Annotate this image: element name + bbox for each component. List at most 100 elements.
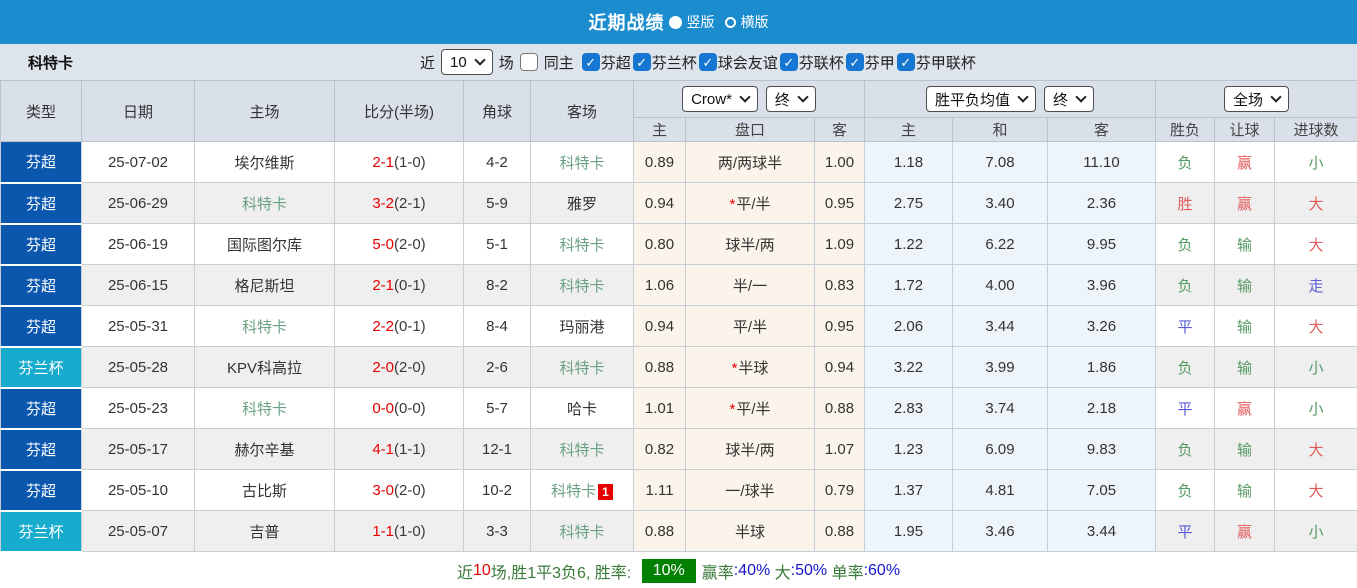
- table-row: 芬兰杯 25-05-28 KPV科高拉 2-0(2-0) 2-6 科特卡 0.88 *半球 0.…: [0, 346, 1357, 389]
- league-filter-item: ✓ 芬甲联杯: [896, 52, 976, 73]
- league-checkbox-checked[interactable]: ✓: [896, 53, 915, 71]
- league-type-cell: 芬超: [0, 182, 82, 225]
- half-time-score: (1-0): [394, 522, 426, 540]
- odds-stage-select[interactable]: 终: [765, 86, 816, 112]
- score-cell: 1-1(1-0): [334, 510, 464, 552]
- league-checkbox-checked[interactable]: ✓: [698, 53, 717, 71]
- avg-draw-cell: 3.44: [952, 305, 1048, 347]
- date-cell: 25-06-29: [81, 182, 195, 224]
- league-label: 芬超: [600, 54, 631, 72]
- corner-cell: 8-4: [463, 305, 531, 347]
- away-odds-cell: 0.83: [814, 264, 865, 306]
- result-cell: 负: [1155, 469, 1215, 511]
- sub-header-goals: 进球数: [1273, 117, 1357, 142]
- handicap-result-cell: 输: [1214, 264, 1275, 306]
- handicap-cell: *平/半: [685, 182, 815, 224]
- sub-header-avg-lose: 客: [1047, 117, 1156, 142]
- home-team-cell: 埃尔维斯: [194, 141, 335, 183]
- date-cell: 25-05-28: [81, 346, 195, 388]
- result-cell: 平: [1155, 305, 1215, 347]
- away-team-name: 科特卡: [559, 359, 605, 377]
- same-venue-checkbox[interactable]: [519, 53, 538, 71]
- layout-horizontal-option[interactable]: 横版: [724, 12, 769, 32]
- league-checkbox-checked[interactable]: ✓: [779, 53, 798, 71]
- result-cell: 平: [1155, 510, 1215, 552]
- goals-result-cell: 走: [1273, 264, 1357, 306]
- date-cell: 25-07-02: [81, 141, 195, 183]
- full-time-score: 3-0: [372, 481, 394, 499]
- result-cell: 负: [1155, 264, 1215, 306]
- score-cell: 2-1(0-1): [334, 264, 464, 306]
- away-team-name: 科特卡: [559, 523, 605, 541]
- avg-lose-cell: 3.44: [1047, 510, 1156, 552]
- handicap-text: 平/半: [736, 195, 771, 213]
- home-odds-cell: 0.94: [633, 305, 686, 347]
- league-type-cell: 芬超: [0, 469, 82, 512]
- corner-cell: 5-9: [463, 182, 531, 224]
- corner-cell: 5-7: [463, 387, 531, 429]
- corner-cell: 5-1: [463, 223, 531, 265]
- home-odds-cell: 1.01: [633, 387, 686, 429]
- avg-stage-select[interactable]: 终: [1044, 86, 1095, 112]
- home-odds-cell: 0.80: [633, 223, 686, 265]
- league-filter-group: ✓ 芬超 ✓ 芬兰杯 ✓ 球会友谊 ✓ 芬联杯 ✓ 芬甲 ✓ 芬甲联杯: [580, 52, 976, 73]
- league-type-cell: 芬超: [0, 223, 82, 266]
- avg-lose-cell: 9.83: [1047, 428, 1156, 470]
- full-time-score: 4-1: [372, 440, 394, 458]
- chevron-down-icon: [1075, 91, 1087, 103]
- bookmaker-select[interactable]: Crow*: [682, 86, 758, 112]
- handicap-cell: 两/两球半: [685, 141, 815, 183]
- result-cell: 负: [1155, 141, 1215, 183]
- goals-result-cell: 大: [1273, 305, 1357, 347]
- home-team-cell: 科特卡: [194, 305, 335, 347]
- full-time-score: 5-0: [372, 235, 394, 253]
- league-label: 球会友谊: [717, 54, 778, 72]
- match-count-select[interactable]: 10: [441, 49, 493, 75]
- away-team-cell: 科特卡: [530, 510, 634, 552]
- avg-win-cell: 1.22: [864, 223, 953, 265]
- score-cell: 5-0(2-0): [334, 223, 464, 265]
- handicap-text: 平/半: [732, 318, 768, 336]
- result-cell: 负: [1155, 428, 1215, 470]
- handicap-text: 半/一: [732, 277, 768, 295]
- league-checkbox-checked[interactable]: ✓: [581, 53, 600, 71]
- avg-win-cell: 2.83: [864, 387, 953, 429]
- league-filter-item: ✓ 球会友谊: [698, 52, 778, 73]
- avg-type-select[interactable]: 胜平负均值: [925, 86, 1036, 112]
- layout-horizontal-label: 横版: [740, 14, 769, 30]
- away-team-name: 科特卡: [551, 482, 597, 500]
- scope-select[interactable]: 全场: [1224, 86, 1290, 112]
- col-header-date: 日期: [81, 80, 195, 142]
- away-team-name: 哈卡: [566, 400, 597, 418]
- avg-draw-cell: 6.22: [952, 223, 1048, 265]
- league-label: 芬甲: [864, 54, 895, 72]
- score-cell: 3-2(2-1): [334, 182, 464, 224]
- home-team-cell: 国际图尔库: [194, 223, 335, 265]
- chevron-down-icon: [1270, 91, 1282, 103]
- sub-header-odds-away: 客: [814, 117, 865, 142]
- league-checkbox-checked[interactable]: ✓: [632, 53, 651, 71]
- league-filter-item: ✓ 芬甲: [845, 52, 895, 73]
- chevron-down-icon: [797, 91, 809, 103]
- panel-title: 近期战绩: [588, 13, 665, 33]
- away-team-cell: 玛丽港: [530, 305, 634, 347]
- sub-header-odds-home: 主: [633, 117, 686, 142]
- result-cell: 负: [1155, 223, 1215, 265]
- handicap-text: 球半/两: [725, 441, 775, 459]
- result-cell: 负: [1155, 346, 1215, 388]
- away-odds-cell: 0.95: [814, 182, 865, 224]
- league-checkbox-checked[interactable]: ✓: [845, 53, 864, 71]
- league-label: 芬甲联杯: [915, 54, 976, 72]
- full-time-score: 3-2: [372, 194, 394, 212]
- home-team-cell: 格尼斯坦: [194, 264, 335, 306]
- table-row: 芬超 25-07-02 埃尔维斯 2-1(1-0) 4-2 科特卡 0.89 两/两球半 1.0…: [0, 141, 1357, 184]
- col-header-home: 主场: [194, 80, 335, 142]
- avg-lose-cell: 3.96: [1047, 264, 1156, 306]
- sub-header-handicap-result: 让球: [1214, 117, 1275, 142]
- layout-vertical-option[interactable]: 竖版: [668, 12, 715, 32]
- result-cell: 胜: [1155, 182, 1215, 224]
- league-type-cell: 芬超: [0, 264, 82, 307]
- summary-segment: :60%: [863, 561, 901, 579]
- handicap-star: *: [731, 359, 738, 377]
- summary-segment: 场,胜1平3负6, 胜率:: [490, 564, 636, 582]
